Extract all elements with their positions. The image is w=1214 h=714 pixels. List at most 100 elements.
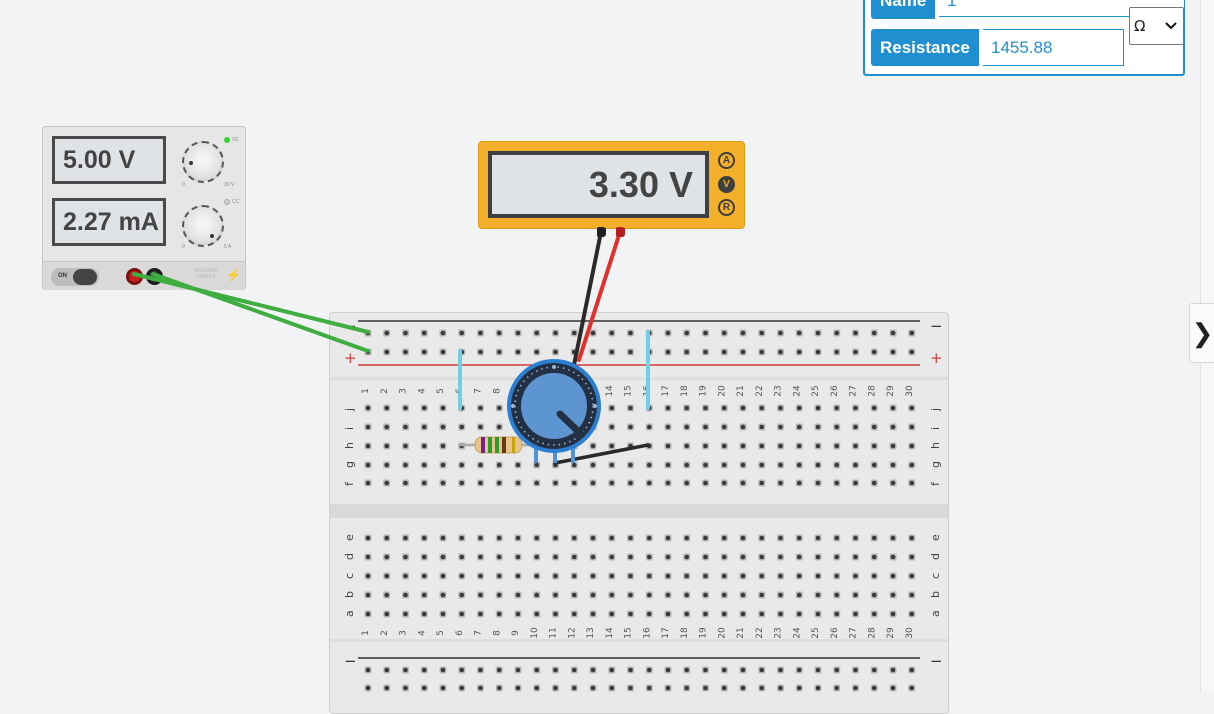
breadboard-hole-center <box>759 535 765 541</box>
breadboard-hole-center <box>628 349 633 355</box>
resistance-unit-select[interactable]: Ω <box>1129 7 1184 45</box>
mode-ohmmeter-button[interactable]: R <box>718 199 735 216</box>
breadboard-hole-center <box>515 330 521 336</box>
breadboard-hole-center <box>384 330 390 336</box>
breadboard-hole-center <box>403 424 408 430</box>
breadboard-hole-center <box>478 667 483 673</box>
breadboard-hole-center <box>909 443 915 449</box>
breadboard-holes[interactable]: −+−+− −j ji ih hg gf fe ed dc cb ba a11223344556677… <box>330 313 948 713</box>
row-label: b <box>929 591 942 598</box>
breadboard-hole-center <box>871 554 877 560</box>
column-number-label: 7 <box>474 388 484 394</box>
row-label: f <box>343 481 356 486</box>
voltage-knob-min: 0 <box>182 182 185 188</box>
multimeter[interactable]: 3.30 V A V R <box>478 141 745 237</box>
column-number-label: 15 <box>624 627 634 638</box>
breadboard-hole-center <box>665 424 671 430</box>
breadboard-hole-center <box>703 535 708 541</box>
breadboard-hole-center <box>740 535 746 541</box>
breadboard-hole-center <box>778 611 783 617</box>
breadboard-hole-center <box>478 554 483 560</box>
breadboard-hole-center <box>553 611 558 617</box>
breadboard-hole-center <box>459 573 465 579</box>
mode-ammeter-button[interactable]: A <box>718 152 735 169</box>
breadboard-hole-center <box>534 685 540 691</box>
breadboard-hole-center <box>403 443 408 449</box>
breadboard-hole-center <box>684 611 690 617</box>
breadboard-hole-center <box>740 667 746 673</box>
breadboard-hole-center <box>740 592 746 598</box>
breadboard-hole-center <box>759 592 765 598</box>
breadboard-hole-center <box>403 462 408 468</box>
breadboard-hole-center <box>759 685 765 691</box>
breadboard-hole-center <box>871 535 877 541</box>
column-number-label: 20 <box>717 385 727 397</box>
breadboard-hole-center <box>571 592 577 598</box>
breadboard-hole-center <box>834 462 840 468</box>
breadboard-hole-center <box>440 667 446 673</box>
breadboard-hole-center <box>853 611 858 617</box>
current-knob[interactable] <box>182 205 224 247</box>
breadboard-hole-center <box>871 462 877 468</box>
breadboard-hole-center <box>871 443 877 449</box>
breadboard-hole-center <box>796 480 802 486</box>
breadboard-hole-center <box>646 535 652 541</box>
expand-panel-button[interactable]: ❯ <box>1189 303 1214 363</box>
breadboard-hole-center <box>609 685 615 691</box>
resistance-input[interactable]: 1455.88 <box>983 29 1124 66</box>
breadboard-hole-center <box>478 573 483 579</box>
breadboard-hole-center <box>590 554 596 560</box>
breadboard-hole-center <box>796 667 802 673</box>
breadboard[interactable]: − + − + − − j j i i h h g g f f e e d d c c b b a a 1 1 2 2 3 3 4 4 5 5 6 6 7 7… <box>329 312 949 714</box>
breadboard-hole-center <box>796 592 802 598</box>
breadboard-hole-center <box>515 554 521 560</box>
breadboard-hole-center <box>403 611 408 617</box>
breadboard-hole-center <box>421 667 427 673</box>
breadboard-hole-center <box>853 535 858 541</box>
current-display: 2.27 mA <box>52 198 166 246</box>
breadboard-hole-center <box>403 592 408 598</box>
breadboard-hole-center <box>778 592 783 598</box>
breadboard-hole-center <box>496 330 502 336</box>
breadboard-hole-center <box>834 573 840 579</box>
breadboard-hole-center <box>909 330 915 336</box>
resistance-label: Resistance <box>871 29 979 66</box>
breadboard-hole-center <box>515 349 521 355</box>
mode-voltmeter-button[interactable]: V <box>718 176 735 193</box>
breadboard-hole-center <box>646 554 652 560</box>
breadboard-hole-center <box>553 349 558 355</box>
breadboard-hole-center <box>384 535 390 541</box>
breadboard-hole-center <box>853 424 858 430</box>
breadboard-hole-center <box>496 535 502 541</box>
breadboard-hole-center <box>421 480 427 486</box>
breadboard-hole-center <box>684 573 690 579</box>
breadboard-hole-center <box>703 443 708 449</box>
breadboard-hole-center <box>440 611 446 617</box>
breadboard-hole-center <box>759 462 765 468</box>
breadboard-hole-center <box>628 480 633 486</box>
breadboard-hole-center <box>440 424 446 430</box>
breadboard-hole-center <box>740 349 746 355</box>
breadboard-hole-center <box>815 349 821 355</box>
breadboard-hole-center <box>459 535 465 541</box>
power-switch[interactable]: ON <box>51 268 99 286</box>
breadboard-hole-center <box>609 480 615 486</box>
breadboard-hole-center <box>740 611 746 617</box>
rail-sign-label: − <box>930 652 943 670</box>
breadboard-hole-center <box>421 424 427 430</box>
breadboard-hole-center <box>890 330 896 336</box>
breadboard-hole-center <box>909 667 915 673</box>
breadboard-hole-center <box>496 685 502 691</box>
power-supply[interactable]: 5.00 V 2.27 mA VC CC 0 30 V 0 5 A ON VOL… <box>42 126 246 290</box>
voltage-knob[interactable] <box>182 141 224 183</box>
column-number-label: 12 <box>567 627 577 638</box>
breadboard-hole-center <box>478 611 483 617</box>
breadboard-hole-center <box>646 611 652 617</box>
column-number-label: 9 <box>511 630 521 636</box>
breadboard-hole-center <box>365 424 371 430</box>
breadboard-hole-center <box>478 349 483 355</box>
row-label: d <box>343 553 356 560</box>
column-number-label: 5 <box>436 630 446 636</box>
breadboard-hole-center <box>890 462 896 468</box>
breadboard-hole-center <box>778 405 783 411</box>
